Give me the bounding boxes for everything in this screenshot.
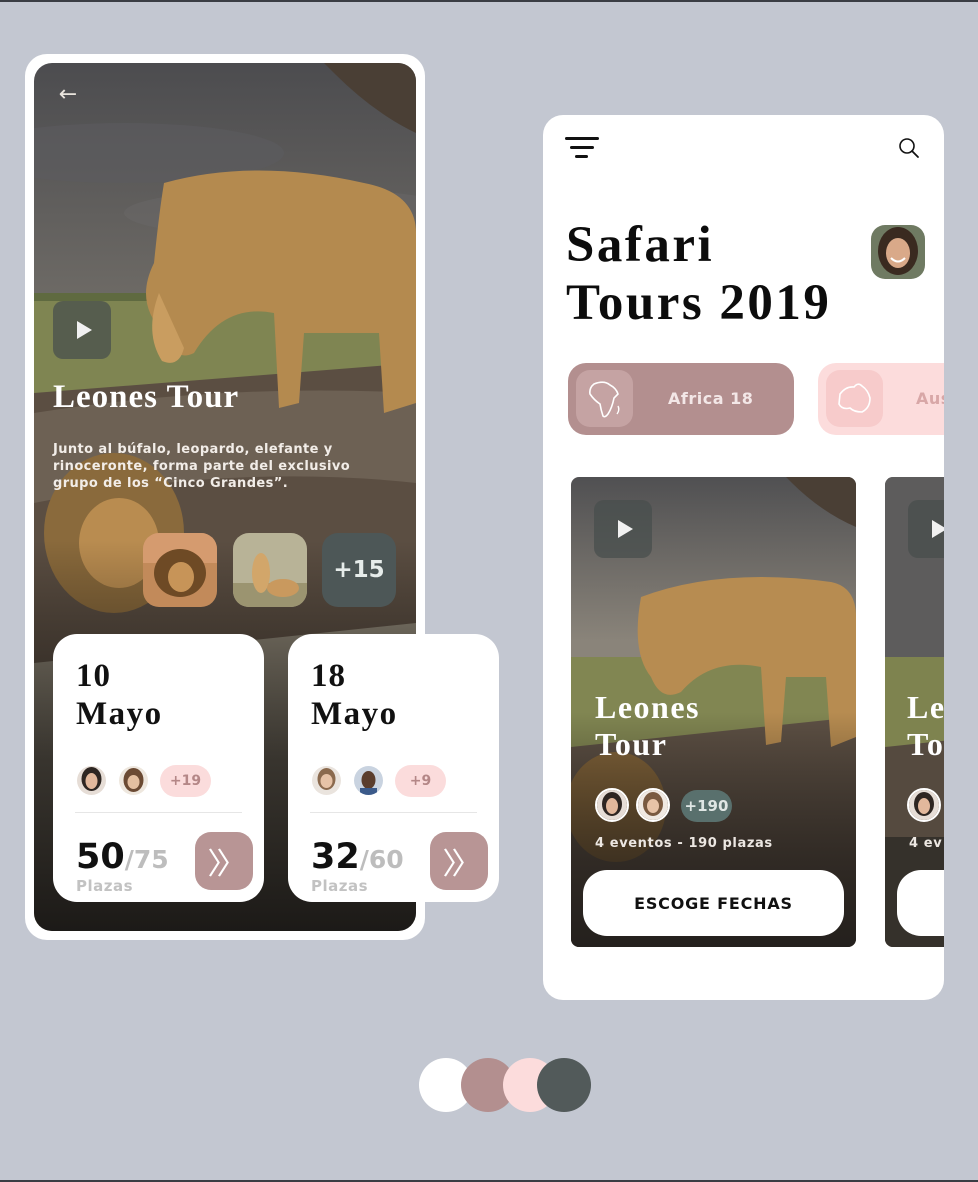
seats-total: /75	[124, 845, 169, 874]
play-icon	[76, 321, 92, 339]
tour-card[interactable]: Le To 4 ev	[885, 477, 944, 947]
date-month: Mayo	[76, 696, 163, 732]
tour-card-title-line: Tour	[595, 726, 668, 762]
region-chip-australia[interactable]: Aus	[818, 363, 944, 435]
date-card[interactable]: 18 Mayo +9 32/60 Plazas 〉〉	[288, 634, 499, 902]
page-title-line: Safari	[566, 217, 715, 273]
select-date-button[interactable]: 〉〉	[430, 832, 488, 890]
avatar	[636, 788, 670, 822]
divider	[310, 812, 477, 813]
select-date-button[interactable]: 〉〉	[195, 832, 253, 890]
play-button[interactable]	[594, 500, 652, 558]
play-icon	[931, 520, 944, 538]
avatar	[595, 788, 629, 822]
seats-label: Plazas	[311, 877, 369, 895]
region-chip-africa[interactable]: Africa 18	[568, 363, 794, 435]
play-icon	[617, 520, 633, 538]
attendees-count-badge: +19	[160, 765, 211, 797]
australia-map-icon	[826, 370, 883, 427]
avatar	[907, 788, 941, 822]
choose-dates-button[interactable]: ESCOGE FECHAS	[583, 870, 844, 936]
attendees-count-badge: +190	[681, 790, 732, 822]
tour-card-title-line: To	[907, 726, 944, 762]
date-day: 10	[76, 658, 111, 694]
tours-list-phone: Safari Tours 2019 Africa 18 Aus	[543, 115, 944, 1000]
tour-card-title: Le To	[907, 689, 944, 763]
photo-thumbnail-lionesses[interactable]	[233, 533, 307, 607]
tour-card[interactable]: Leones Tour +190 4 eventos - 190 plazas …	[571, 477, 856, 947]
africa-map-icon	[576, 370, 633, 427]
date-month: Mayo	[311, 696, 398, 732]
page-title: Safari Tours 2019	[566, 216, 831, 332]
profile-avatar[interactable]	[871, 225, 925, 279]
avatar	[75, 764, 108, 797]
avatar	[352, 764, 385, 797]
double-chevron-right-icon: 〉〉	[442, 847, 482, 882]
tour-meta: 4 ev	[909, 836, 943, 851]
avatar	[117, 764, 150, 797]
tour-meta: 4 eventos - 190 plazas	[595, 836, 773, 851]
seats-taken: 50	[76, 837, 125, 877]
page-title-line: Tours 2019	[566, 275, 832, 331]
choose-dates-button[interactable]	[897, 870, 944, 936]
region-chip-label: Aus	[916, 389, 944, 408]
photo-thumbnail-lion[interactable]	[143, 533, 217, 607]
palette-swatch-slate	[537, 1058, 591, 1112]
tour-card-title: Leones Tour	[595, 689, 700, 763]
search-icon[interactable]	[898, 137, 920, 159]
back-arrow-icon[interactable]: ←	[56, 83, 80, 107]
date-card[interactable]: 10 Mayo +19 50/75 Plazas 〉〉	[53, 634, 264, 902]
tour-title: Leones Tour	[53, 379, 240, 415]
seats-taken: 32	[311, 837, 360, 877]
date-day: 18	[311, 658, 346, 694]
more-photos-badge[interactable]: +15	[322, 533, 396, 607]
tour-description: Junto al búfalo, leopardo, elefante y ri…	[53, 442, 351, 491]
filter-menu-icon[interactable]	[565, 137, 599, 163]
tour-card-title-line: Le	[907, 689, 944, 725]
seats-label: Plazas	[76, 877, 134, 895]
seats-total: /60	[359, 845, 404, 874]
attendees-count-badge: +9	[395, 765, 446, 797]
region-chip-label: Africa 18	[668, 389, 754, 408]
play-button[interactable]	[53, 301, 111, 359]
seats-count: 32/60	[311, 837, 404, 880]
divider	[75, 812, 242, 813]
tour-card-title-line: Leones	[595, 689, 700, 725]
avatar	[310, 764, 343, 797]
double-chevron-right-icon: 〉〉	[207, 847, 247, 882]
seats-count: 50/75	[76, 837, 169, 880]
play-button[interactable]	[908, 500, 944, 558]
